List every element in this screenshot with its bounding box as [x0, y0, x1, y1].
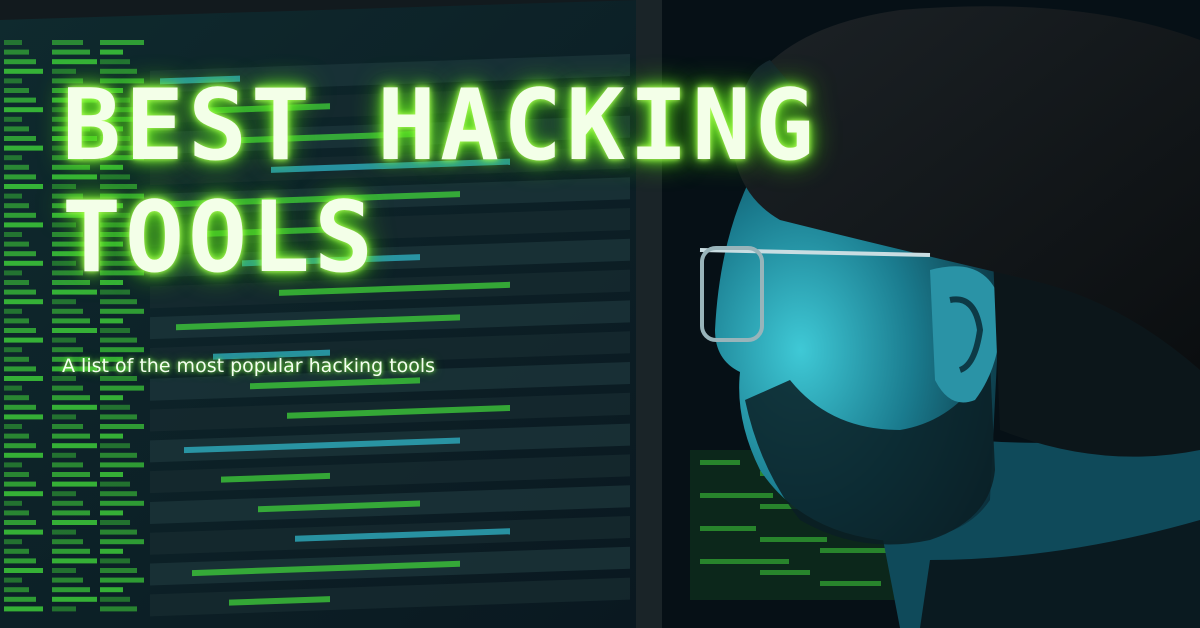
- thumbnail-banner: BEST HACKING TOOLS A list of the most po…: [0, 0, 1200, 628]
- subtitle: A list of the most popular hacking tools: [62, 355, 436, 377]
- headline-line-2: TOOLS: [62, 181, 378, 295]
- headline: BEST HACKING TOOLS: [62, 69, 819, 295]
- headline-line-1: BEST HACKING: [62, 69, 819, 183]
